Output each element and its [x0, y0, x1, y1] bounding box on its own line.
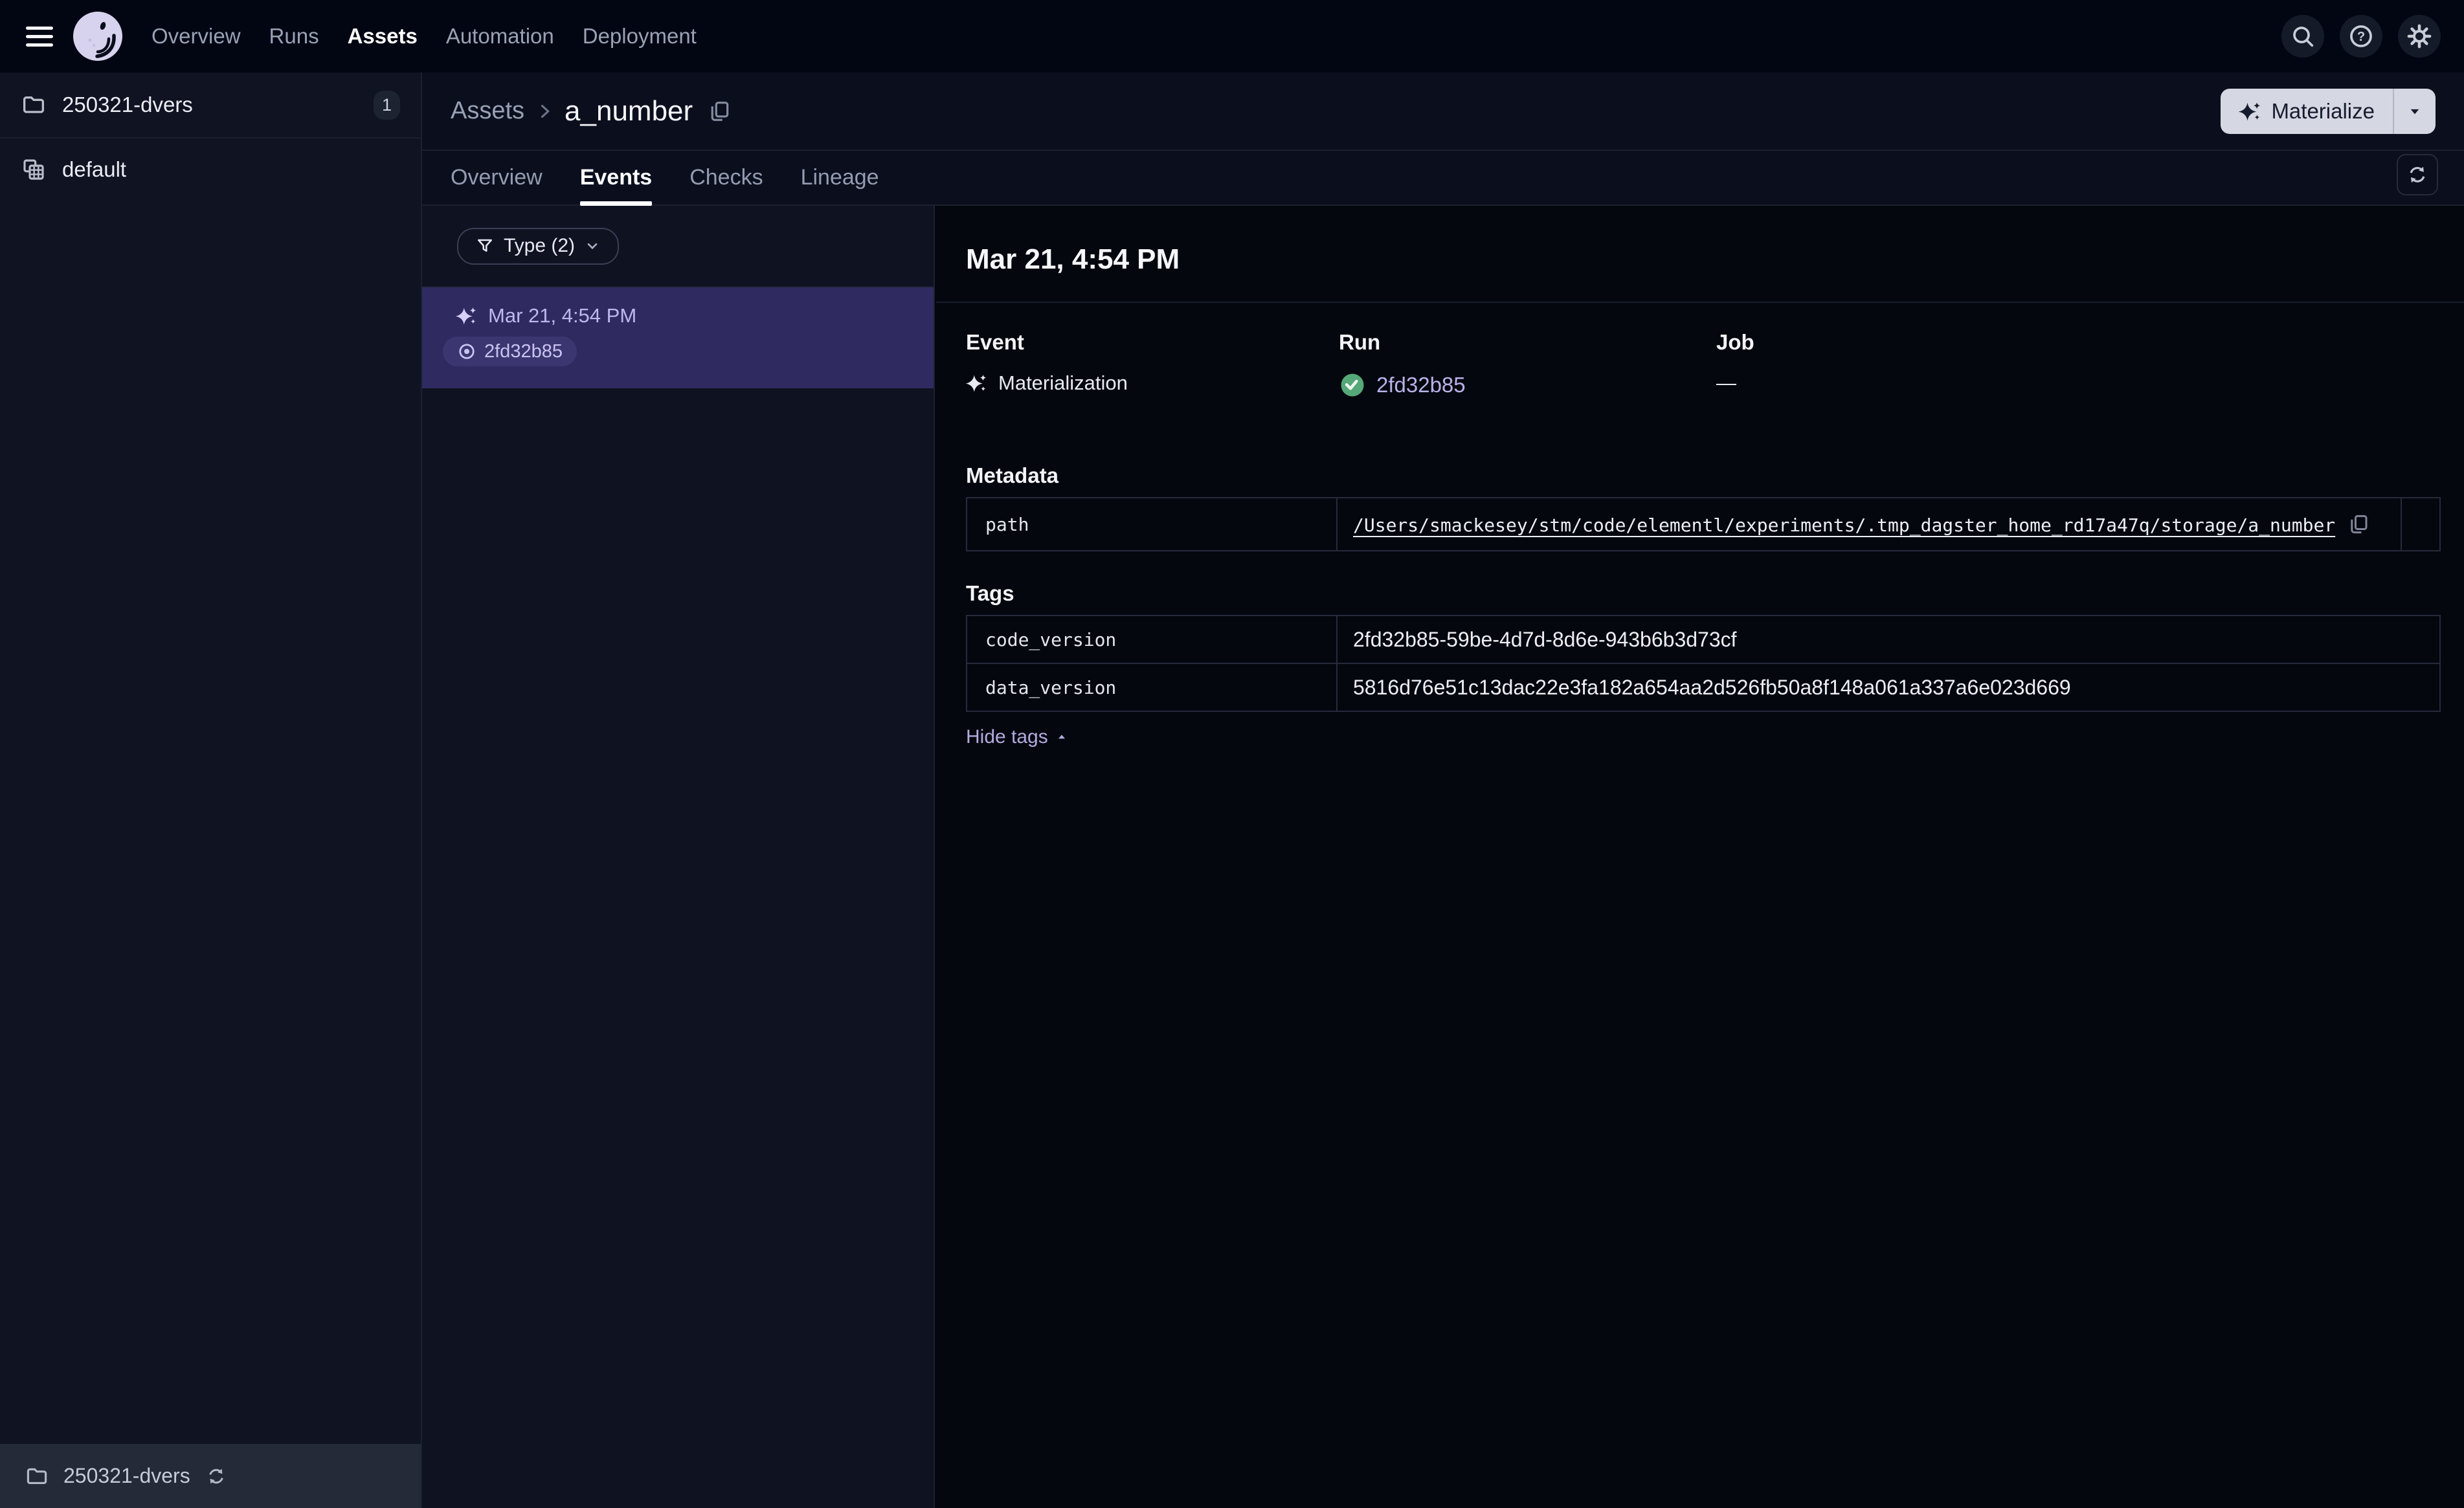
primary-nav: Overview Runs Assets Automation Deployme…	[150, 20, 698, 52]
menu-icon[interactable]	[26, 23, 56, 49]
metadata-spacer-cell	[2401, 497, 2441, 551]
help-icon[interactable]: ?	[2340, 15, 2382, 58]
breadcrumb-assets-link[interactable]: Assets	[451, 97, 524, 125]
events-filter-row: Type (2)	[422, 206, 934, 287]
nav-item-runs[interactable]: Runs	[268, 20, 320, 52]
run-value: 2fd32b85	[1339, 371, 1716, 399]
hide-tags-label: Hide tags	[966, 726, 1048, 748]
materialize-split-button: Materialize	[2221, 88, 2436, 134]
materialize-dropdown-button[interactable]	[2393, 88, 2436, 134]
caret-down-icon	[2410, 109, 2419, 114]
run-column: Run 2fd32b85	[1339, 330, 1716, 399]
event-column: Event Materialization	[966, 330, 1339, 399]
event-run-id: 2fd32b85	[484, 340, 563, 362]
run-id-link[interactable]: 2fd32b85	[1376, 373, 1466, 397]
search-icon[interactable]	[2281, 15, 2324, 58]
materialize-label: Materialize	[2271, 98, 2375, 123]
event-detail-title: Mar 21, 4:54 PM	[966, 243, 1180, 275]
breadcrumb: Assets a_number Materialize	[422, 72, 2464, 151]
tags-table: code_version 2fd32b85-59be-4d7d-8d6e-943…	[966, 615, 2441, 712]
run-success-icon	[1339, 371, 1366, 399]
job-label: Job	[1716, 330, 1754, 354]
job-value: —	[1716, 371, 1736, 394]
type-filter-button[interactable]: Type (2)	[457, 227, 620, 265]
sidebar-item-asset-group[interactable]: default	[0, 139, 421, 201]
sparkle-icon	[2239, 100, 2262, 123]
sidebar-item-code-location[interactable]: 250321-dvers 1	[0, 72, 421, 139]
nav-item-overview[interactable]: Overview	[150, 20, 242, 52]
nav-actions: ?	[2281, 15, 2441, 58]
asset-group-label: default	[62, 157, 127, 181]
materialization-sparkle-icon	[456, 305, 478, 327]
sidebar-footer: 250321-dvers	[0, 1444, 421, 1508]
folder-icon	[25, 1464, 49, 1489]
tab-checks[interactable]: Checks	[689, 151, 763, 205]
copy-asset-name-icon[interactable]	[707, 99, 732, 124]
refresh-icon[interactable]	[2397, 153, 2438, 195]
event-type-text: Materialization	[998, 371, 1128, 394]
materialize-button[interactable]: Materialize	[2221, 89, 2393, 134]
reload-location-icon[interactable]	[205, 1465, 228, 1488]
tab-lineage[interactable]: Lineage	[801, 151, 879, 205]
table-row: data_version 5816d76e51c13dac22e3fa182a6…	[966, 663, 2441, 712]
settings-gear-icon[interactable]	[2398, 15, 2441, 58]
event-label: Event	[966, 330, 1024, 354]
asset-page-header: Assets a_number Materialize Overview Eve…	[422, 72, 2464, 206]
metadata-value: /Users/smackesey/stm/code/elementl/exper…	[1336, 497, 2402, 551]
nav-item-automation[interactable]: Automation	[445, 20, 555, 52]
svg-text:?: ?	[2357, 30, 2365, 44]
asset-group-icon	[21, 157, 47, 183]
tab-events[interactable]: Events	[579, 151, 652, 206]
table-row: code_version 2fd32b85-59be-4d7d-8d6e-943…	[966, 615, 2441, 664]
top-nav: Overview Runs Assets Automation Deployme…	[0, 0, 2464, 72]
event-timestamp-row: Mar 21, 4:54 PM	[456, 304, 934, 327]
path-link[interactable]: /Users/smackesey/stm/code/elementl/exper…	[1353, 515, 2335, 536]
event-summary-grid: Event Materialization Run 2fd32b85 Job —	[966, 330, 2464, 399]
chevron-down-icon	[584, 238, 601, 254]
folder-icon	[21, 92, 47, 118]
table-row: path /Users/smackesey/stm/code/elementl/…	[966, 497, 2441, 551]
nav-item-assets[interactable]: Assets	[346, 20, 419, 52]
event-run-pill[interactable]: 2fd32b85	[443, 337, 577, 366]
copy-path-icon[interactable]	[2347, 513, 2370, 536]
event-value: Materialization	[966, 371, 1339, 395]
tag-key: data_version	[966, 663, 1338, 712]
run-label: Run	[1339, 330, 1381, 354]
run-target-icon	[457, 342, 476, 361]
filter-funnel-icon	[475, 236, 495, 256]
nav-item-deployment[interactable]: Deployment	[581, 20, 698, 52]
dagster-logo-icon[interactable]	[73, 11, 123, 61]
chevron-right-icon	[533, 100, 555, 122]
tag-value: 2fd32b85-59be-4d7d-8d6e-943b6b3d73cf	[1336, 615, 2441, 664]
metadata-key: path	[966, 497, 1338, 551]
tab-overview[interactable]: Overview	[451, 151, 543, 205]
caret-up-icon	[1055, 730, 1069, 744]
materialization-sparkle-icon	[966, 372, 988, 394]
hide-tags-link[interactable]: Hide tags	[966, 726, 1069, 748]
metadata-heading: Metadata	[966, 463, 1059, 487]
footer-code-location-label: 250321-dvers	[63, 1464, 190, 1487]
asset-tabs: Overview Events Checks Lineage	[422, 151, 2464, 206]
events-list-panel: Type (2) Mar 21, 4:54 PM 2fd32b85	[422, 206, 935, 1508]
event-detail-panel: Mar 21, 4:54 PM Event Materialization Ru…	[936, 206, 2464, 1508]
tag-key: code_version	[966, 615, 1338, 664]
divider	[936, 302, 2464, 303]
job-column: Job —	[1716, 330, 2464, 399]
event-timestamp: Mar 21, 4:54 PM	[488, 304, 637, 327]
dagster-app: Overview Runs Assets Automation Deployme…	[0, 0, 2464, 1508]
asset-catalog-sidebar: 250321-dvers 1 default 250321-dvers	[0, 72, 422, 1508]
event-list-item-selected[interactable]: Mar 21, 4:54 PM 2fd32b85	[422, 287, 934, 388]
asset-count-badge: 1	[373, 90, 400, 120]
code-location-label: 250321-dvers	[62, 93, 193, 116]
tags-heading: Tags	[966, 581, 1014, 605]
metadata-table: path /Users/smackesey/stm/code/elementl/…	[966, 497, 2441, 551]
type-filter-label: Type (2)	[504, 235, 576, 256]
page-title: a_number	[565, 94, 693, 127]
tag-value: 5816d76e51c13dac22e3fa182a654aa2d526fb50…	[1336, 663, 2441, 712]
